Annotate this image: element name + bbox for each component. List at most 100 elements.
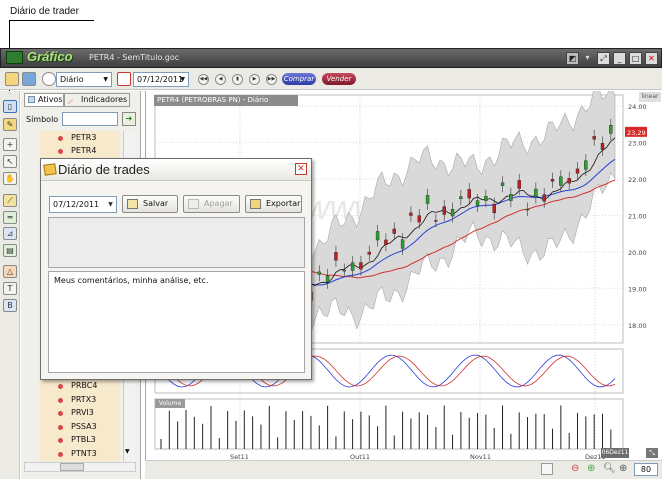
save-icon[interactable] [22, 72, 36, 86]
price-tick-label: 18.00 [628, 322, 647, 330]
clock-icon [42, 72, 56, 86]
candle [350, 262, 355, 271]
diary-tool-icon[interactable]: ✎ [3, 118, 17, 131]
label-tool-icon[interactable]: B [3, 299, 17, 312]
candle [609, 125, 613, 134]
cursor-date-badge: 06Dez11 [601, 448, 629, 458]
candle [342, 269, 346, 272]
asset-item[interactable]: PRVI3 [71, 407, 94, 419]
zoom-in-range-icon[interactable]: ⊕ [587, 463, 595, 474]
asset-status-icon [58, 384, 63, 389]
asset-item[interactable]: PRBC4 [71, 380, 97, 392]
chevron-down-icon[interactable]: ▼ [105, 197, 116, 212]
go-arrow-icon[interactable]: ➜ [122, 112, 136, 126]
pointer-icon[interactable]: ↖ [3, 155, 17, 168]
shape-icon[interactable]: △ [3, 265, 17, 278]
price-tick-label: 19.00 [628, 285, 647, 293]
price-tick-label: 23.00 [628, 139, 647, 147]
period-value: Diário [60, 75, 84, 84]
indicator-tab-icon: ⟋ [68, 98, 73, 106]
candle [334, 252, 338, 261]
notes-textarea[interactable]: Meus comentários, minha análise, etc. [48, 271, 305, 373]
candle [317, 271, 321, 275]
open-folder-icon[interactable] [5, 72, 19, 86]
asset-item[interactable]: PTNT3 [71, 448, 97, 460]
candle [459, 196, 463, 200]
asset-item[interactable]: PTBL3 [71, 434, 96, 446]
asset-status-icon [58, 424, 63, 430]
erase-icon [188, 199, 199, 209]
hand-icon[interactable]: ✋ [3, 172, 17, 185]
sell-button[interactable]: Vender [322, 73, 356, 85]
tab-indicators[interactable]: ⟋ Indicadores [64, 93, 130, 107]
chevron-down-icon: ▼ [180, 76, 185, 83]
next-icon[interactable]: ▶ [249, 74, 260, 85]
candle [534, 188, 538, 198]
delete-label: Apagar [204, 199, 233, 208]
minimize-button[interactable]: _ [613, 52, 626, 65]
asset-status-icon [58, 149, 63, 154]
price-tick-label: 21.00 [628, 212, 647, 220]
candle [550, 178, 555, 182]
text-tool-icon[interactable]: T [3, 282, 17, 295]
date-select[interactable]: 07/12/2011 ▼ [133, 72, 189, 87]
candle [500, 182, 505, 186]
candle [367, 251, 371, 255]
candle [375, 231, 380, 241]
save-label: Salvar [143, 199, 169, 208]
trendline-icon[interactable]: ⟋ [3, 194, 17, 207]
fibonacci-icon[interactable]: ⊿ [3, 227, 17, 240]
first-icon[interactable]: ◀◀ [198, 74, 209, 85]
close-button[interactable]: ✕ [645, 52, 658, 65]
candle [567, 178, 571, 184]
chart-title: PETR4 (PETROBRAS PN) - Diário [154, 95, 298, 106]
last-icon[interactable]: ▶▶ [266, 74, 277, 85]
zoom-out-icon[interactable]: 🔍︎ [603, 463, 616, 474]
zoom-out-range-icon[interactable]: ⊖ [571, 463, 579, 474]
scroll-thumb[interactable] [60, 463, 84, 471]
fit-icon[interactable] [541, 463, 553, 475]
crosshair-icon[interactable]: + [3, 138, 17, 151]
candle [442, 206, 446, 215]
buy-button[interactable]: Comprar [282, 73, 316, 85]
channel-icon[interactable]: ▤ [3, 244, 17, 257]
tab-assets[interactable]: Ativos [24, 93, 64, 107]
callout-line [9, 20, 94, 21]
volume-label: Volume [155, 399, 185, 408]
date-value: 07/12/2011 [137, 75, 184, 84]
asset-item[interactable]: PRTX3 [71, 394, 96, 406]
price-tick-label: 24.00 [628, 103, 647, 111]
palette-icon[interactable]: ◩ [566, 52, 579, 65]
zoom-in-icon[interactable]: ⊕ [619, 463, 627, 474]
diary-entries-list[interactable] [48, 217, 305, 268]
maximize-button[interactable]: □ [629, 52, 642, 65]
asset-status-icon [58, 397, 63, 403]
horizontal-line-icon[interactable]: ═ [3, 211, 17, 224]
asset-status-icon [58, 438, 63, 443]
zoom-input[interactable]: 80 [634, 463, 658, 476]
close-icon[interactable]: ✕ [295, 163, 307, 175]
symbol-label: Símbolo [26, 115, 59, 124]
symbol-input[interactable] [62, 112, 118, 126]
scale-mode[interactable]: linear [639, 92, 661, 102]
expand-icon[interactable]: ⤡ [646, 448, 658, 458]
asset-item[interactable]: PETR4 [71, 145, 96, 157]
candle [525, 208, 530, 211]
asset-item[interactable]: PETR3 [71, 132, 96, 144]
candle [575, 168, 580, 174]
cursor-tool-icon[interactable]: ▯ [3, 100, 17, 113]
calendar-icon[interactable] [117, 72, 131, 86]
asset-item[interactable]: PSSA3 [71, 421, 97, 433]
pin-icon[interactable]: ⤢ [597, 52, 610, 65]
callout-label: Diário de trader [10, 6, 79, 17]
notepad-icon [127, 199, 138, 209]
prev-icon[interactable]: ◀ [215, 74, 226, 85]
chevron-down-icon[interactable]: ▾ [581, 52, 594, 65]
candle [484, 196, 488, 201]
asset-status-icon [58, 451, 63, 457]
pause-icon[interactable]: ▮ [232, 74, 243, 85]
candle [584, 160, 588, 170]
scroll-down-icon[interactable]: ▼ [125, 448, 130, 455]
candle [400, 239, 405, 249]
period-select[interactable]: Diário ▼ [56, 72, 112, 87]
